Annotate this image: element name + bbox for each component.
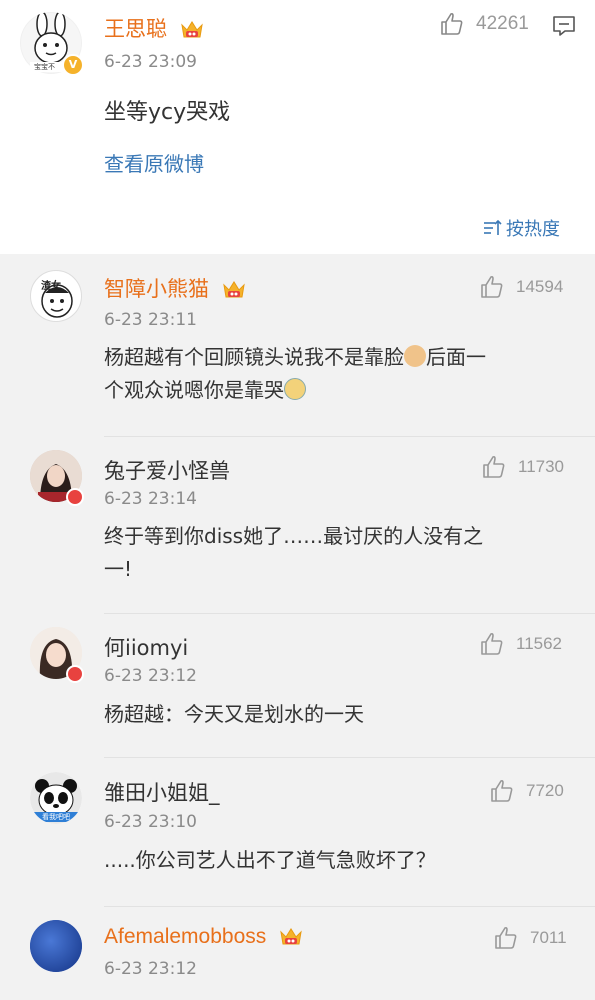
comment-text-line: .....你公司艺人出不了道气急败坏了？ — [104, 848, 436, 872]
comment-text: 杨超越：今天又是划水的一天 — [104, 698, 574, 731]
comment-time: 6-23 23:10 — [104, 812, 197, 832]
commenter-name[interactable]: 智障小熊猫 — [104, 277, 209, 301]
comment-like-count: 7720 — [526, 781, 564, 800]
comment-like-count: 7011 — [530, 928, 567, 947]
crown-icon — [180, 21, 203, 38]
vip-badge — [66, 665, 84, 683]
author-name-row: 王思聪 — [104, 13, 204, 43]
divider — [104, 906, 595, 907]
avatar-caption: 宝宝不 — [34, 63, 55, 71]
view-original-link[interactable]: 查看原微博 — [104, 148, 204, 177]
commenter-name-row: Afemalemobboss — [104, 924, 303, 949]
post-like-count: 42261 — [476, 13, 529, 34]
crying-face-icon — [284, 378, 306, 400]
comment-like-count: 11730 — [518, 457, 565, 476]
post-time: 6-23 23:09 — [104, 52, 197, 72]
comment-text-line: 杨超越：今天又是划水的一天 — [104, 702, 364, 726]
comment-text-part: 个观众说嗯你是靠哭 — [104, 378, 284, 402]
post-like-button[interactable]: 42261 — [440, 12, 529, 36]
cat-face-icon — [404, 345, 426, 367]
comment-text-part: 杨超越有个回顾镜头说我不是靠脸 — [104, 345, 404, 369]
comment-like-button[interactable]: 14594 — [480, 275, 563, 299]
comment-time: 6-23 23:12 — [104, 959, 197, 979]
commenter-avatar[interactable] — [30, 920, 82, 972]
sort-icon — [484, 219, 502, 235]
comment-like-button[interactable]: 7720 — [490, 779, 564, 803]
post-text: 坐等ycy哭戏 — [104, 100, 231, 125]
comment-like-button[interactable]: 11730 — [482, 455, 564, 479]
commenter-name[interactable]: 雏田小姐姐_ — [104, 777, 220, 807]
thumbs-up-icon — [483, 455, 505, 478]
comment-text-part: 后面一 — [426, 345, 486, 369]
comment-text-line: 终于等到你diss她了……最讨厌的人没有之 — [104, 524, 484, 548]
crown-icon — [280, 928, 302, 945]
comment-like-button[interactable]: 11562 — [480, 632, 562, 656]
thumbs-up-icon — [495, 926, 517, 949]
commenter-avatar[interactable]: 渣女 — [30, 270, 82, 322]
commenter-name[interactable]: Afemalemobboss — [104, 925, 266, 948]
comment-like-button[interactable]: 7011 — [494, 926, 567, 950]
thumbs-up-icon — [481, 632, 503, 655]
commenter-name-row: 智障小熊猫 — [104, 273, 246, 303]
comment-time: 6-23 23:14 — [104, 489, 197, 509]
post-card: 宝宝不 V 王思聪 6-23 23:09 42261 坐等ycy哭戏 查看原微博 — [0, 0, 595, 254]
comment-text: 终于等到你diss她了……最讨厌的人没有之 一! — [104, 520, 574, 586]
thumbs-up-icon — [481, 275, 503, 298]
divider — [104, 757, 595, 758]
comment-text: .....你公司艺人出不了道气急败坏了？ — [104, 844, 574, 877]
thumbs-up-icon — [491, 779, 513, 802]
comment-text: 杨超越有个回顾镜头说我不是靠脸 后面一 个观众说嗯你是靠哭 — [104, 341, 574, 407]
sort-by-hot-button[interactable]: 按热度 — [482, 215, 560, 241]
commenter-avatar[interactable]: 看我吧吧 — [30, 772, 82, 824]
comment-like-count: 11562 — [516, 634, 563, 653]
comment-text-line: 一! — [104, 557, 133, 581]
thumbs-up-icon — [441, 12, 463, 35]
vip-badge — [66, 488, 84, 506]
commenter-name[interactable]: 何iiomyi — [104, 632, 188, 662]
author-name[interactable]: 王思聪 — [104, 17, 167, 41]
crown-icon — [222, 281, 245, 298]
avatar-caption: 渣女 — [41, 281, 61, 292]
commenter-name[interactable]: 兔子爱小怪兽 — [104, 455, 230, 485]
comment-icon[interactable] — [552, 14, 576, 38]
comment-time: 6-23 23:12 — [104, 666, 197, 686]
comment-time: 6-23 23:11 — [104, 310, 197, 330]
divider — [104, 436, 595, 437]
sort-label: 按热度 — [506, 219, 560, 240]
comment-like-count: 14594 — [516, 277, 564, 296]
divider — [104, 613, 595, 614]
verified-badge: V — [62, 54, 84, 76]
verified-letter: V — [68, 58, 78, 71]
avatar-caption: 看我吧吧 — [42, 813, 70, 821]
